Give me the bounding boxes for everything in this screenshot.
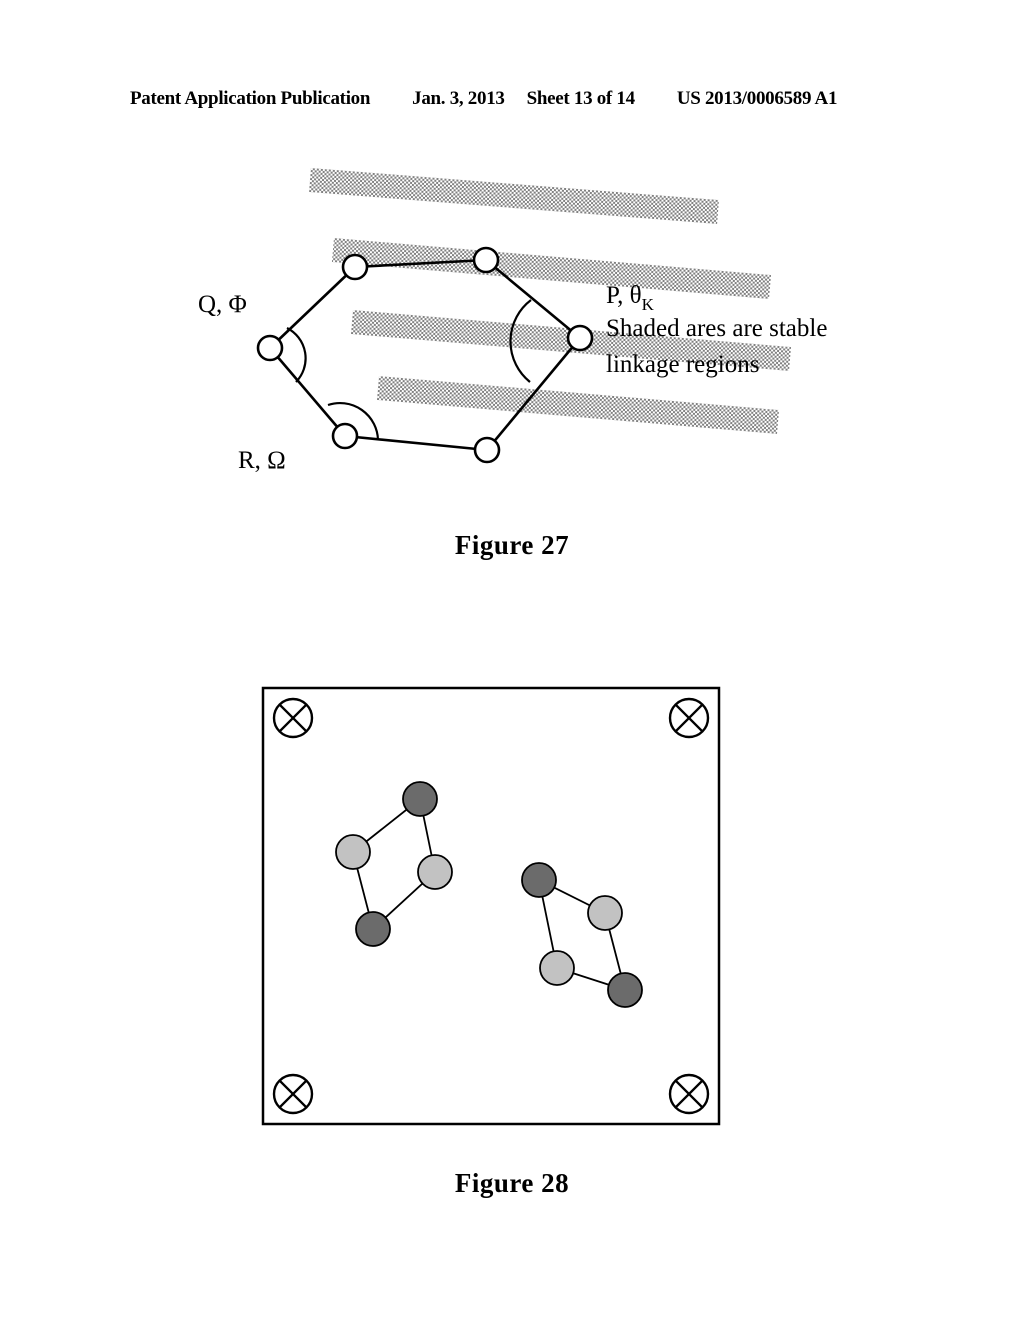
patent-figure-page: Patent Application Publication Jan. 3, 2… xyxy=(0,0,1024,1320)
node-left-west xyxy=(335,834,371,870)
corner-marker-bottom-left xyxy=(272,1073,314,1115)
note-line-1: Shaded ares are stable xyxy=(606,315,827,342)
label-p-theta-main: P, θ xyxy=(606,282,642,309)
joint-top-left xyxy=(341,253,369,281)
angle-arc-q xyxy=(286,327,307,383)
corner-marker-top-left xyxy=(272,697,314,739)
node-right-bottom xyxy=(607,972,643,1008)
label-p-theta-subscript: K xyxy=(642,295,655,314)
page-header: Patent Application Publication Jan. 3, 2… xyxy=(0,88,1024,114)
node-right-top xyxy=(521,862,557,898)
node-left-bottom xyxy=(355,911,391,947)
header-publication-number: US 2013/0006589 A1 xyxy=(676,88,838,109)
linkage-edge-group xyxy=(269,258,582,452)
shaded-band-4 xyxy=(376,376,780,434)
corner-marker-bottom-right xyxy=(668,1073,710,1115)
node-left-top xyxy=(402,781,438,817)
corner-marker-top-right xyxy=(668,697,710,739)
header-sheet-label: Sheet 13 of 14 xyxy=(526,88,636,109)
node-right-west xyxy=(539,950,575,986)
shaded-band-2 xyxy=(331,238,772,299)
linkage-edge-6 xyxy=(269,266,356,349)
figure-27-caption: Figure 27 xyxy=(454,530,570,560)
joint-bottom-right xyxy=(473,436,501,464)
figure-28-diagram xyxy=(255,680,735,1140)
linkage-edge-5 xyxy=(269,347,346,437)
joint-bottom-left xyxy=(331,422,359,450)
joint-right-p xyxy=(566,324,594,352)
linkage-edge-4 xyxy=(344,434,488,452)
joint-top-right xyxy=(472,246,500,274)
note-line-2: linkage regions xyxy=(606,351,759,378)
label-q-phi: Q, Φ xyxy=(198,291,247,318)
joint-left-q xyxy=(256,334,284,362)
header-date-label: Jan. 3, 2013 xyxy=(412,88,505,109)
shaded-band-1 xyxy=(309,168,719,224)
figure-27-diagram: Q, Φ R, Ω P, θK Shaded ares are stable l… xyxy=(150,150,890,590)
node-right-east xyxy=(587,895,623,931)
joint-group xyxy=(256,246,594,464)
shaded-band-group xyxy=(309,168,792,434)
header-publication-label: Patent Application Publication xyxy=(130,88,371,109)
figure-27-svg: Q, Φ R, Ω P, θK Shaded ares are stable l… xyxy=(198,168,827,474)
figure-28-frame-box xyxy=(261,686,721,1126)
label-r-omega: R, Ω xyxy=(238,447,286,474)
node-left-east xyxy=(417,854,453,890)
figure-28-svg xyxy=(261,686,721,1126)
figure-28-caption: Figure 28 xyxy=(454,1168,570,1198)
